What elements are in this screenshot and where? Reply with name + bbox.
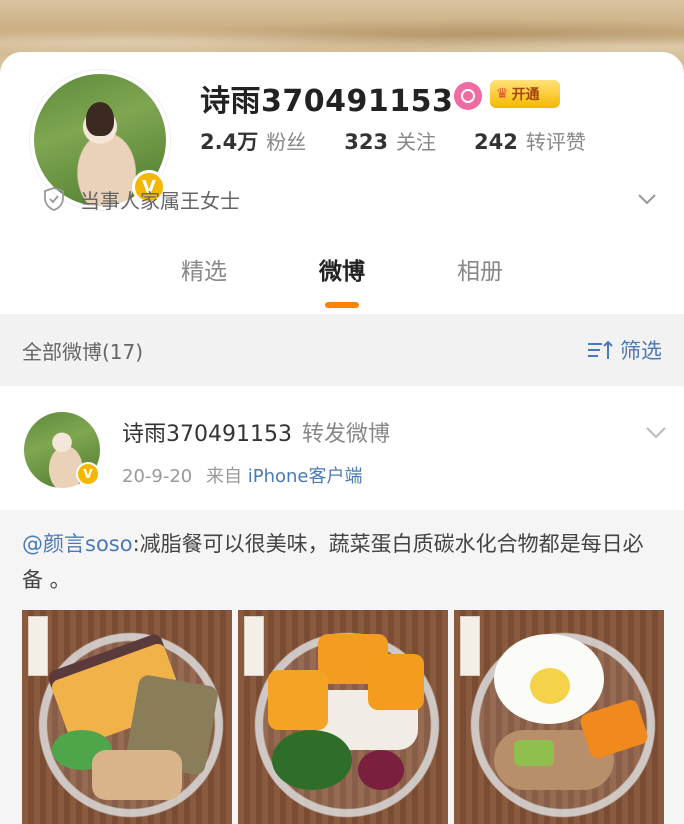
stat-following[interactable]: 323 关注 — [344, 126, 436, 155]
tab-featured[interactable]: 精选 — [181, 248, 227, 308]
post-header: 诗雨370491153 转发微博 — [122, 416, 390, 448]
profile-description: 当事人家属王女士 — [80, 188, 240, 213]
profile-stats: 2.4万 粉丝 323 关注 242 转评赞 — [200, 126, 586, 156]
verified-badge-icon: V — [76, 462, 100, 486]
crown-icon: ♛ — [496, 86, 509, 102]
post-source[interactable]: iPhone客户端 — [248, 466, 363, 487]
stat-label: 关注 — [396, 130, 437, 154]
post-source-prefix: 来自 — [206, 466, 242, 487]
post-username[interactable]: 诗雨370491153 — [122, 422, 292, 447]
filter-icon — [588, 340, 613, 359]
shield-icon — [44, 187, 64, 211]
stat-value: 323 — [344, 130, 389, 154]
post-date: 20-9-20 — [122, 466, 193, 487]
stat-label: 转评赞 — [525, 130, 586, 154]
repost-text: @颜言soso:减脂餐可以很美味，蔬菜蛋白质碳水化合物都是每日必备 。 — [22, 526, 662, 598]
stat-value: 242 — [474, 130, 518, 154]
member-badge-icon[interactable] — [454, 82, 482, 110]
chevron-down-icon[interactable] — [644, 420, 668, 444]
post-action: 转发微博 — [301, 422, 390, 447]
profile-description-row[interactable]: 当事人家属王女士 — [42, 182, 662, 216]
all-posts-count: 全部微博(17) — [22, 339, 144, 364]
repost-body[interactable]: @颜言soso:减脂餐可以很美味，蔬菜蛋白质碳水化合物都是每日必备 。 — [0, 510, 684, 824]
food-photo-2[interactable] — [238, 610, 448, 824]
filter-bar: 全部微博(17) 筛选 — [0, 314, 684, 386]
post-card[interactable]: V 诗雨370491153 转发微博 20-9-20 来自 iPhone客户端 @… — [0, 386, 684, 824]
mention-link[interactable]: @颜言soso — [22, 532, 133, 556]
profile-tabs: 精选 微博 相册 — [0, 248, 684, 308]
food-photo-1[interactable] — [22, 610, 232, 824]
stat-label: 粉丝 — [266, 130, 307, 154]
filter-button[interactable]: 筛选 — [586, 335, 662, 365]
profile-card: V 诗雨370491153 ♛ 开通 2.4万 粉丝 323 关注 242 转评赞 当… — [0, 52, 684, 314]
vip-label: 开通 — [511, 87, 540, 103]
photo-grid — [22, 610, 666, 824]
vip-open-button[interactable]: ♛ 开通 — [490, 80, 560, 108]
chevron-down-icon[interactable] — [636, 188, 658, 210]
tab-album[interactable]: 相册 — [457, 248, 503, 308]
food-photo-3[interactable] — [454, 610, 664, 824]
stat-interactions[interactable]: 242 转评赞 — [474, 126, 586, 155]
post-meta: 20-9-20 来自 iPhone客户端 — [122, 462, 363, 488]
tab-weibo[interactable]: 微博 — [319, 248, 365, 308]
stat-value: 2.4万 — [200, 130, 259, 154]
stat-followers[interactable]: 2.4万 粉丝 — [200, 126, 306, 156]
filter-label: 筛选 — [620, 339, 662, 363]
profile-username: 诗雨370491153 — [200, 84, 454, 119]
